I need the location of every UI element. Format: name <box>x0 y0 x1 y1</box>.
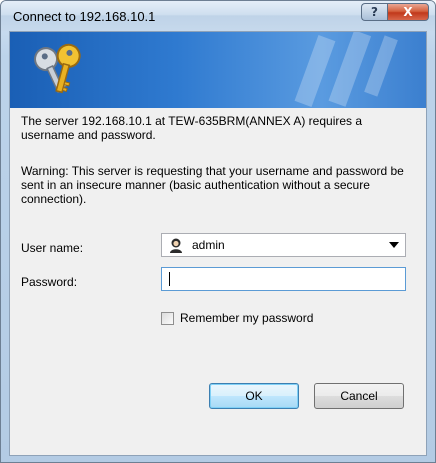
keys-icon <box>34 43 81 94</box>
password-label: Password: <box>21 275 78 289</box>
cancel-button[interactable]: Cancel <box>314 383 404 409</box>
remember-password-checkbox[interactable] <box>161 311 174 325</box>
username-combobox[interactable]: admin <box>161 233 406 257</box>
banner <box>10 32 426 108</box>
window-title: Connect to 192.168.10.1 <box>13 9 156 24</box>
title-bar[interactable]: Connect to 192.168.10.1 ? X <box>1 1 435 31</box>
user-avatar-icon <box>170 238 182 253</box>
banner-watermark-icon <box>294 32 398 107</box>
ok-button[interactable]: OK <box>209 383 299 409</box>
title-buttons: ? X <box>361 3 429 21</box>
help-button[interactable]: ? <box>361 3 387 21</box>
username-label: User name: <box>21 241 84 255</box>
username-value: admin <box>192 238 225 252</box>
server-message: The server 192.168.10.1 at TEW-635BRM(AN… <box>21 114 363 142</box>
remember-password-label[interactable]: Remember my password <box>180 311 313 325</box>
warning-message: Warning: This server is requesting that … <box>21 164 404 206</box>
close-button[interactable]: X <box>387 3 429 21</box>
text-caret <box>169 272 170 286</box>
dropdown-arrow-icon[interactable] <box>389 242 399 248</box>
password-field[interactable] <box>161 267 406 291</box>
login-dialog: Connect to 192.168.10.1 ? X The server 1… <box>0 0 436 463</box>
remember-password-option[interactable]: Remember my password <box>161 311 313 325</box>
